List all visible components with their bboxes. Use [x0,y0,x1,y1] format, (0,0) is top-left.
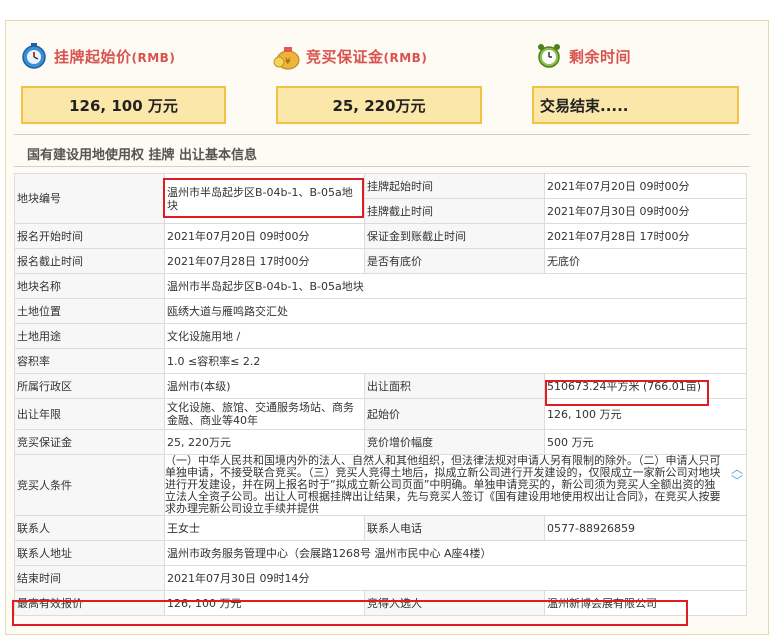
value-cell: 2021年07月20日 09时00分 [544,173,747,199]
table-row: 容积率 1.0 ≤容积率≤ 2.2 [14,348,747,374]
divider [14,166,750,167]
label-cell: 结束时间 [14,565,165,591]
table-row: 土地位置 瓯绣大道与雁鸣路交汇处 [14,298,747,324]
label-cell: 竞得入选人 [364,590,545,616]
table-row: 竞买保证金 25, 220万元 竞价增价幅度 500 万元 [14,429,747,455]
label-cell: 报名开始时间 [14,223,165,249]
table-row: 所属行政区 温州市(本级) 出让面积 510673.24平方米 (766.01亩… [14,373,747,399]
start-price-label: 挂牌起始价 [54,47,132,66]
label-cell: 是否有底价 [364,248,545,274]
label-cell: 最高有效报价 [14,590,165,616]
svg-text:¥: ¥ [285,57,291,67]
label-cell: 联系人 [14,515,165,541]
scroll-arrows[interactable]: ︿ ﹀ [730,463,744,487]
divider [14,134,750,135]
start-price-value: 126, 100 万元 [21,86,226,124]
label-cell: 容积率 [14,348,165,374]
chevron-down-icon[interactable]: ﹀ [730,475,744,487]
label-cell: 地块编号 [14,173,165,224]
conditions-cell: （一）中华人民共和国境内外的法人、自然人和其他组织，但法律法规对申请人另有限制的… [164,454,747,516]
section-title: 国有建设用地使用权 挂牌 出让基本信息 [27,148,258,163]
value-cell: 瓯绣大道与雁鸣路交汇处 [164,298,747,324]
table-row: 结束时间 2021年07月30日 09时14分 [14,565,747,591]
money-bag-icon: ¥ [272,42,300,70]
remaining-label: 剩余时间 [569,47,632,66]
value-cell: 温州市半岛起步区B-04b-1、B-05a地块 [164,173,365,224]
label-cell: 联系人地址 [14,540,165,566]
table-row: 出让年限 文化设施、旅馆、交通服务场站、商务金融、商业等40年 起始价 126,… [14,398,747,430]
label-cell: 土地用途 [14,323,165,349]
deposit-value: 25, 220万元 [276,86,482,124]
value-cell: 2021年07月30日 09时00分 [544,198,747,224]
value-cell: 510673.24平方米 (766.01亩) [544,373,747,399]
table-row: 报名截止时间 2021年07月28日 17时00分 是否有底价 无底价 [14,248,747,274]
value-cell: 25, 220万元 [164,429,365,455]
label-cell: 保证金到账截止时间 [364,223,545,249]
value-cell: 王女士 [164,515,365,541]
table-row: 联系人地址 温州市政务服务管理中心（会展路1268号 温州市民中心 A座4楼） [14,540,747,566]
deposit-header: ¥ 竞买保证金(RMB) [272,36,427,76]
label-cell: 报名截止时间 [14,248,165,274]
table-row: 竞买人条件 （一）中华人民共和国境内外的法人、自然人和其他组织，但法律法规对申请… [14,454,747,516]
value-cell: 2021年07月20日 09时00分 [164,223,365,249]
deposit-unit: (RMB) [383,50,428,65]
label-cell: 起始价 [364,398,545,430]
value-cell: 无底价 [544,248,747,274]
conditions-scroll-area[interactable]: （一）中华人民共和国境内外的法人、自然人和其他组织，但法律法规对申请人另有限制的… [165,455,746,515]
label-cell: 土地位置 [14,298,165,324]
value-cell: 温州市半岛起步区B-04b-1、B-05a地块 [164,273,747,299]
table-row: 地块编号 温州市半岛起步区B-04b-1、B-05a地块 挂牌起始时间 2021… [14,173,747,224]
alarm-clock-icon [535,42,563,70]
value-cell: 2021年07月28日 17时00分 [164,248,365,274]
remaining-value: 交易结束..... [532,86,739,124]
table-row: 土地用途 文化设施用地 / [14,323,747,349]
table-row: 最高有效报价 126, 100 万元 竞得入选人 温州新博会展有限公司 [14,590,747,616]
value-cell: 126, 100 万元 [164,590,365,616]
conditions-text: （一）中华人民共和国境内外的法人、自然人和其他组织，但法律法规对申请人另有限制的… [165,455,721,515]
value-cell: 2021年07月28日 17时00分 [544,223,747,249]
stopwatch-icon [20,42,48,70]
deposit-label: 竞买保证金 [306,47,384,66]
label-cell: 挂牌截止时间 [364,198,545,224]
start-price-header: 挂牌起始价(RMB) [20,36,175,76]
label-cell: 出让面积 [364,373,545,399]
label-cell: 挂牌起始时间 [364,173,545,199]
value-cell: 温州市(本级) [164,373,365,399]
label-cell: 竞买保证金 [14,429,165,455]
value-cell: 1.0 ≤容积率≤ 2.2 [164,348,747,374]
value-cell: 温州市政务服务管理中心（会展路1268号 温州市民中心 A座4楼） [164,540,747,566]
table-row: 地块名称 温州市半岛起步区B-04b-1、B-05a地块 [14,273,747,299]
value-cell: 2021年07月30日 09时14分 [164,565,747,591]
value-cell: 0577-88926859 [544,515,747,541]
label-cell: 竞买人条件 [14,454,165,516]
label-cell: 地块名称 [14,273,165,299]
table-row: 报名开始时间 2021年07月20日 09时00分 保证金到账截止时间 2021… [14,223,747,249]
remaining-header: 剩余时间 [535,36,631,76]
value-cell: 126, 100 万元 [544,398,747,430]
table-row: 联系人 王女士 联系人电话 0577-88926859 [14,515,747,541]
start-price-unit: (RMB) [131,50,176,65]
value-cell: 文化设施用地 / [164,323,747,349]
label-cell: 出让年限 [14,398,165,430]
label-cell: 所属行政区 [14,373,165,399]
value-cell: 温州新博会展有限公司 [544,590,747,616]
value-cell: 500 万元 [544,429,747,455]
label-cell: 竞价增价幅度 [364,429,545,455]
info-table: 地块编号 温州市半岛起步区B-04b-1、B-05a地块 挂牌起始时间 2021… [14,173,747,616]
value-cell: 文化设施、旅馆、交通服务场站、商务金融、商业等40年 [164,398,365,430]
label-cell: 联系人电话 [364,515,545,541]
